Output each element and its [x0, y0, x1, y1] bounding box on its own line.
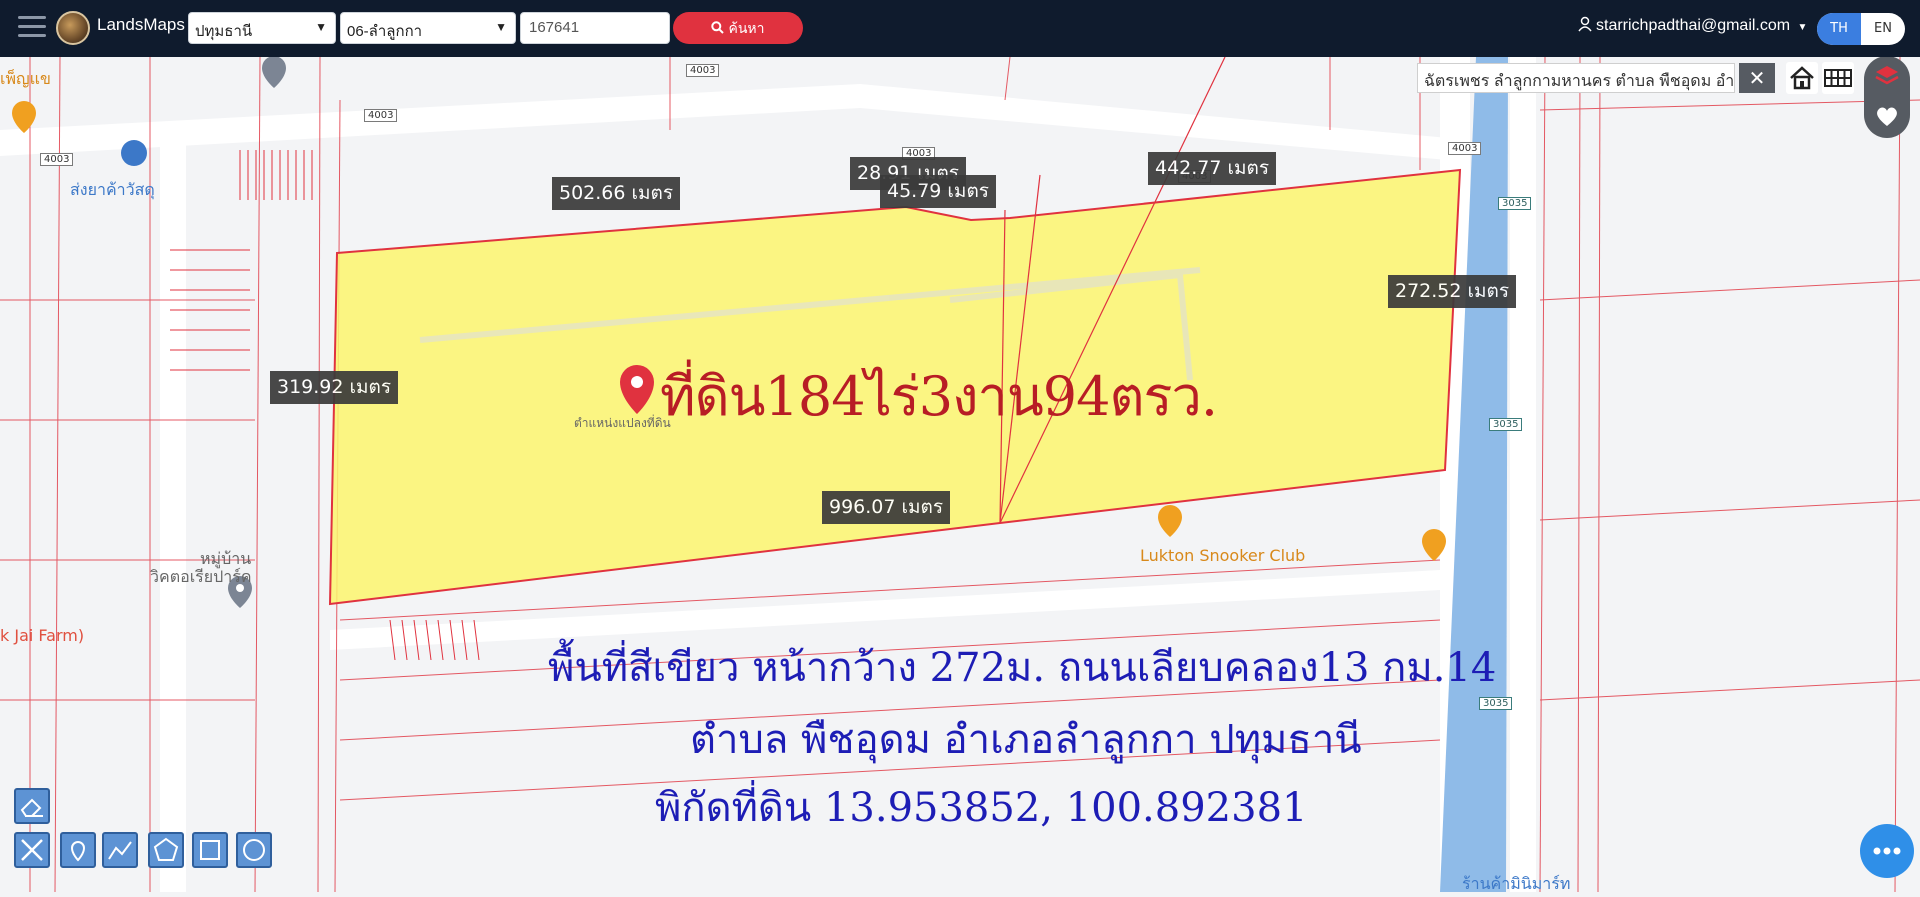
polyline-tool-button[interactable] — [102, 832, 138, 868]
favorite-button[interactable] — [1869, 98, 1905, 134]
measure-button[interactable] — [14, 832, 50, 868]
poi-label-village[interactable]: วิคตอเรียปาร์ค — [150, 565, 252, 590]
road-3035-b — [1510, 57, 1536, 892]
eraser-icon — [20, 798, 43, 817]
address-search-field[interactable]: ฉัตรเพชร ลำลูกกามหานคร ตำบล พืชอุดม อำเภ — [1417, 63, 1735, 93]
heart-icon — [1877, 107, 1897, 126]
marker-icon — [70, 841, 86, 862]
language-toggle: TH EN — [1817, 13, 1905, 45]
ruler-icon — [21, 839, 43, 861]
caption-line-2: ตำบล พืชอุดม อำเภอลำลูกกา ปทุมธานี — [690, 717, 1362, 763]
lang-en-button[interactable]: EN — [1861, 13, 1905, 45]
eraser-button[interactable] — [14, 788, 50, 824]
distance-label: 272.52 เมตร — [1388, 275, 1517, 308]
search-button-label: ค้นหา — [728, 20, 765, 36]
circle-tool-button[interactable] — [236, 832, 272, 868]
map-pin-icon[interactable] — [121, 140, 147, 166]
distance-label: 442.77 เมตร — [1148, 152, 1277, 185]
rectangle-icon — [200, 840, 220, 860]
distance-label: 45.79 เมตร — [880, 175, 996, 208]
map-canvas[interactable]: 4003 4003 4003 4003 4003 4003 3035 3035 … — [0, 57, 1920, 893]
parcel-pin-label: ตำแหน่งแปลงที่ดิน — [574, 416, 671, 430]
home-icon — [1790, 66, 1814, 90]
road-local — [160, 140, 186, 892]
more-options-button[interactable] — [1860, 824, 1914, 878]
top-navigation-bar: LandsMaps ปทุมธานี ▼ 06-ลำลูกกา ▼ 167641… — [0, 0, 1920, 57]
road-badge-3035: 3035 — [1498, 197, 1532, 210]
province-select-value: ปทุมธานี — [195, 23, 253, 40]
road-badge-4003: 4003 — [364, 109, 398, 122]
brand-name[interactable]: LandsMaps — [97, 15, 185, 35]
user-email: starrichpadthai@gmail.com — [1596, 17, 1791, 34]
poi-label-snooker[interactable]: Lukton Snooker Club — [1140, 546, 1305, 565]
search-button[interactable]: ค้นหา — [673, 12, 803, 44]
caption-line-3: พิกัดที่ดิน 13.953852, 100.892381 — [655, 785, 1308, 831]
poi-label-hardware[interactable]: ส่งยาค้าวัสดุ — [70, 178, 155, 203]
logo-icon[interactable] — [56, 11, 90, 45]
distance-label: 319.92 เมตร — [270, 371, 399, 404]
district-select[interactable]: 06-ลำลูกกา ▼ — [340, 12, 516, 44]
distance-label: 502.66 เมตร — [552, 177, 681, 210]
user-icon — [1578, 16, 1592, 32]
marker-tool-button[interactable] — [60, 832, 96, 868]
parcel-number-input[interactable]: 167641 — [520, 12, 670, 44]
road-badge-3035: 3035 — [1489, 418, 1523, 431]
caption-line-1: พื้นที่สีเขียว หน้ากว้าง 272ม. ถนนเลียบค… — [548, 645, 1497, 691]
distance-label: 996.07 เมตร — [822, 491, 951, 524]
road-badge-4003: 4003 — [686, 64, 720, 77]
road-badge-4003: 4003 — [40, 153, 74, 166]
poi-label-farm[interactable]: k Jai Farm) — [0, 626, 84, 645]
close-address-button[interactable]: ✕ — [1739, 63, 1775, 93]
layers-button[interactable] — [1869, 58, 1905, 94]
user-menu[interactable]: starrichpadthai@gmail.com ▼ — [1578, 16, 1807, 35]
circle-icon — [243, 839, 265, 861]
layers-icon — [1875, 66, 1899, 85]
parcel-title: ที่ดิน184ไร่3งาน94ตรว. — [660, 365, 1218, 428]
district-select-value: 06-ลำลูกกา — [347, 23, 423, 40]
polyline-icon — [108, 841, 132, 860]
road-badge-4003: 4003 — [1448, 142, 1482, 155]
poi-label-shop[interactable]: ร้านค้ามินิมาร์ท — [1462, 872, 1570, 897]
home-button[interactable] — [1786, 62, 1818, 94]
rectangle-tool-button[interactable] — [192, 832, 228, 868]
poi-label: เพ็ญแข — [0, 69, 51, 88]
chevron-down-icon: ▼ — [315, 20, 327, 34]
menu-icon[interactable] — [18, 16, 46, 40]
more-icon — [1873, 847, 1901, 855]
chevron-down-icon: ▼ — [495, 20, 507, 34]
province-select[interactable]: ปทุมธานี ▼ — [188, 12, 336, 44]
grid-icon — [1824, 69, 1852, 87]
grid-button[interactable] — [1822, 62, 1854, 94]
search-icon — [711, 21, 725, 34]
chevron-down-icon: ▼ — [1797, 22, 1808, 33]
polygon-tool-button[interactable] — [148, 832, 184, 868]
polygon-icon — [153, 837, 179, 861]
lang-th-button[interactable]: TH — [1817, 13, 1861, 45]
